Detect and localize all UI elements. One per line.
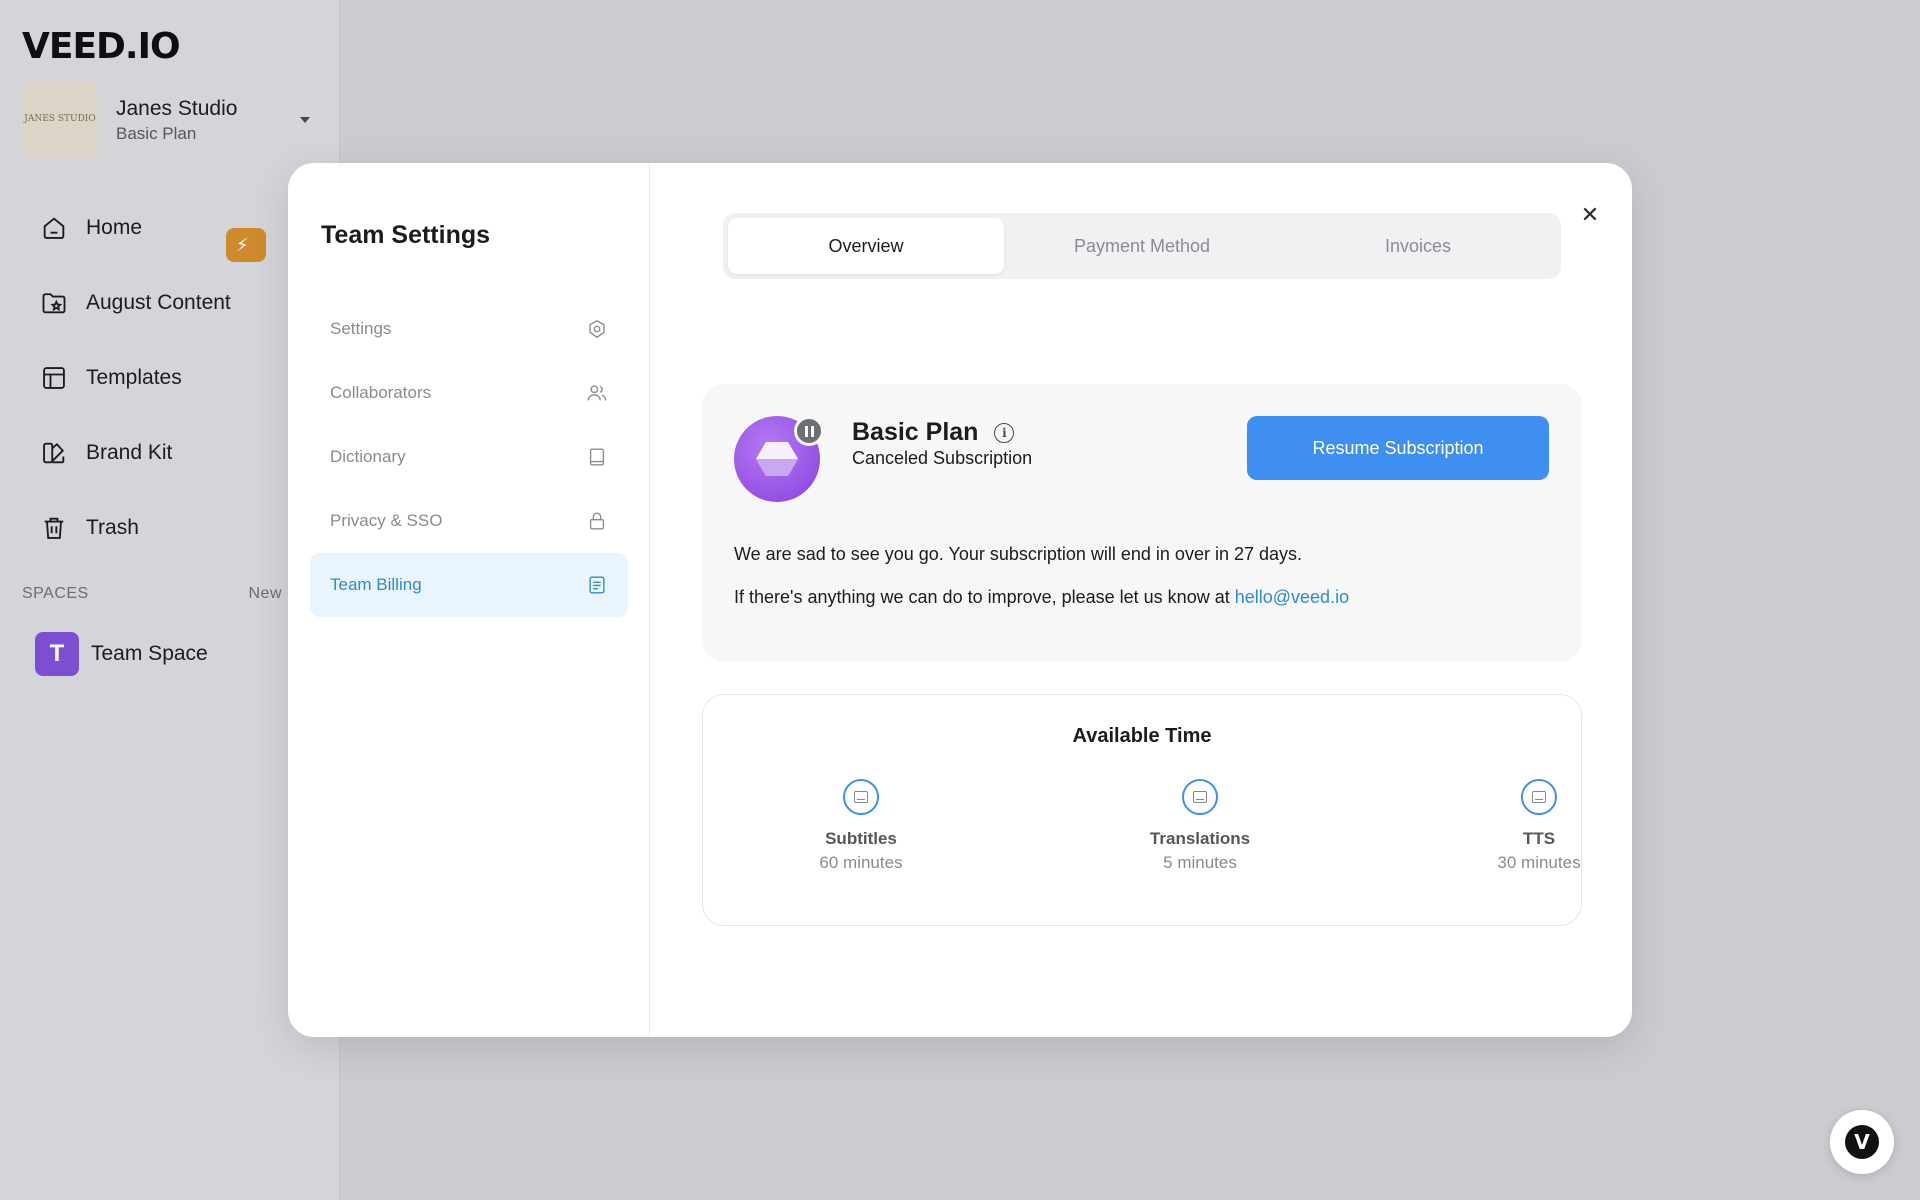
- available-value: 30 minutes: [1497, 853, 1581, 872]
- modal-title: Team Settings: [321, 221, 491, 249]
- nav-label: Privacy & SSO: [330, 511, 443, 530]
- tab-payment-method[interactable]: Payment Method: [1004, 218, 1280, 274]
- available-translations: Translations 5 minutes: [1100, 779, 1300, 873]
- spaces-header: SPACES New: [22, 585, 282, 603]
- templates-icon: [43, 366, 65, 389]
- plan-name: Basic Plan i: [852, 418, 1015, 447]
- plan-status: Canceled Subscription: [852, 448, 1033, 468]
- info-icon[interactable]: i: [994, 422, 1015, 443]
- lightning-icon: ⚡: [226, 228, 266, 262]
- home-icon: [43, 216, 65, 239]
- tts-icon: [1521, 779, 1557, 815]
- settings-nav-settings[interactable]: Settings: [310, 297, 628, 361]
- available-label: Subtitles: [825, 829, 897, 848]
- sidebar-item-label: August Content: [86, 290, 231, 314]
- sidebar-item-trash[interactable]: Trash: [40, 490, 231, 565]
- settings-nav-team-billing[interactable]: Team Billing: [310, 553, 628, 617]
- workspace-plan: Basic Plan: [116, 123, 197, 143]
- translations-icon: [1182, 779, 1218, 815]
- tab-invoices[interactable]: Invoices: [1280, 218, 1556, 274]
- plan-card: Basic Plan i Canceled Subscription Resum…: [702, 384, 1582, 662]
- book-icon: [589, 448, 605, 466]
- sidebar-item-august-content[interactable]: August Content: [40, 265, 231, 340]
- sidebar-item-label: Home: [86, 215, 143, 239]
- users-icon: [587, 385, 607, 401]
- sidebar-item-label: Templates: [86, 365, 182, 389]
- workspace-switcher[interactable]: JANES STUDIO Janes Studio Basic Plan: [22, 82, 318, 158]
- chevron-down-icon[interactable]: [300, 117, 310, 123]
- space-label: Team Space: [91, 642, 208, 665]
- settings-nav-collaborators[interactable]: Collaborators: [310, 361, 628, 425]
- space-avatar: T: [35, 632, 79, 676]
- team-settings-modal: Team Settings Settings Collaborators Dic…: [288, 163, 1632, 1037]
- available-label: TTS: [1522, 829, 1556, 848]
- available-value: 5 minutes: [1163, 853, 1237, 872]
- sidebar-item-label: Trash: [86, 515, 139, 539]
- veed-chat-icon: V: [1845, 1125, 1879, 1159]
- support-email-link[interactable]: hello@veed.io: [1235, 587, 1349, 607]
- nav-label: Team Billing: [330, 575, 422, 594]
- resume-subscription-button[interactable]: Resume Subscription: [1247, 416, 1549, 480]
- settings-nav-dictionary[interactable]: Dictionary: [310, 425, 628, 489]
- sidebar-item-templates[interactable]: Templates: [40, 340, 231, 415]
- new-space-button[interactable]: New: [248, 585, 282, 603]
- improve-message: If there's anything we can do to improve…: [734, 587, 1349, 608]
- pause-icon: [794, 416, 824, 446]
- space-item-team-space[interactable]: T Team Space: [35, 632, 208, 676]
- settings-nav-privacy-sso[interactable]: Privacy & SSO: [310, 489, 628, 553]
- nav-label: Dictionary: [330, 447, 406, 466]
- close-icon[interactable]: ✕: [1578, 203, 1602, 227]
- spaces-title: SPACES: [22, 585, 89, 602]
- gear-icon: [589, 319, 605, 339]
- available-time-card: Available Time Subtitles 60 minutes Tran…: [702, 694, 1582, 926]
- available-value: 60 minutes: [819, 853, 903, 872]
- available-time-title: Available Time: [1072, 725, 1212, 747]
- sidebar-item-brand-kit[interactable]: Brand Kit: [40, 415, 231, 490]
- brand-kit-icon: [43, 442, 65, 463]
- folder-star-icon: [42, 292, 66, 313]
- chat-support-button[interactable]: V: [1830, 1110, 1894, 1174]
- cancel-message: We are sad to see you go. Your subscript…: [734, 544, 1303, 564]
- trash-icon: [44, 517, 64, 539]
- veed-logo[interactable]: VEED.IO: [22, 26, 181, 67]
- billing-icon: [589, 576, 605, 594]
- sidebar-item-home[interactable]: Home: [40, 190, 231, 265]
- available-label: Translations: [1149, 829, 1251, 848]
- improve-text: If there's anything we can do to improve…: [734, 587, 1230, 607]
- available-subtitles: Subtitles 60 minutes: [761, 779, 961, 873]
- sidebar-item-label: Brand Kit: [86, 440, 173, 464]
- tab-overview[interactable]: Overview: [728, 218, 1004, 274]
- sidebar-nav: Home August Content Templates Brand Kit …: [40, 190, 231, 565]
- workspace-name: Janes Studio: [116, 96, 238, 120]
- billing-tabs: Overview Payment Method Invoices: [723, 213, 1561, 279]
- nav-label: Collaborators: [330, 383, 432, 402]
- settings-nav: Team Settings Settings Collaborators Dic…: [288, 163, 650, 1037]
- hexagon-icon: [756, 442, 798, 476]
- available-tts: TTS 30 minutes: [1439, 779, 1632, 873]
- nav-label: Settings: [330, 319, 392, 338]
- workspace-avatar: JANES STUDIO: [22, 82, 98, 158]
- subtitles-icon: [843, 779, 879, 815]
- lock-icon: [589, 512, 605, 530]
